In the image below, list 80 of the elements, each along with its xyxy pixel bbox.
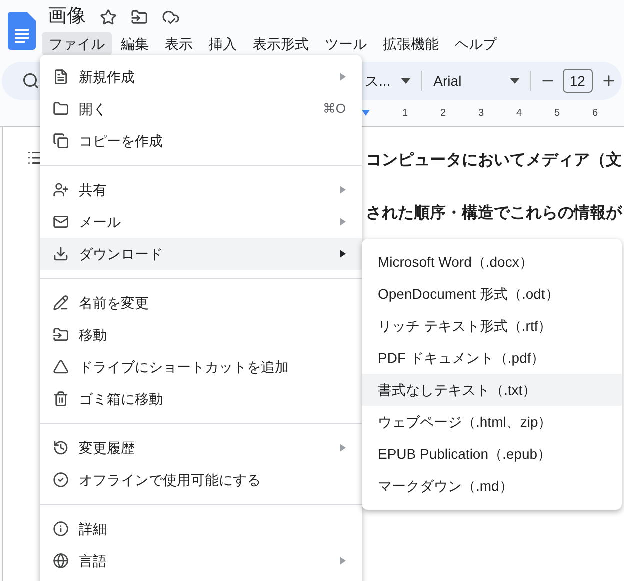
- menu-bar-item[interactable]: ファイル: [42, 32, 112, 56]
- triangle-icon: [53, 359, 69, 375]
- menu-item-label: メール: [79, 212, 122, 232]
- menu-item-label: 共有: [79, 180, 108, 200]
- menu-item-label: コピーを作成: [79, 132, 164, 150]
- style-dropdown[interactable]: ス...: [365, 70, 411, 92]
- font-dropdown[interactable]: Arial: [434, 70, 526, 92]
- menu-item[interactable]: 詳細: [40, 513, 362, 545]
- menu-item-label: 名前を変更: [79, 294, 150, 312]
- menu-item[interactable]: 変更履歴: [40, 432, 362, 464]
- download-option[interactable]: 書式なしテキスト（.txt）: [362, 374, 622, 406]
- menu-bar-item[interactable]: 編集: [114, 32, 156, 56]
- menu-item-label: 開く: [79, 100, 108, 118]
- body-text: コンピュータにおいてメディア（文: [366, 151, 623, 171]
- menu-item[interactable]: メール: [40, 206, 362, 238]
- menu-item-label: 変更履歴: [79, 438, 136, 458]
- pencil-icon: [53, 295, 69, 311]
- ruler-number: 3: [477, 108, 484, 120]
- menu-item[interactable]: ドライブにショートカットを追加: [40, 351, 362, 383]
- menu-item[interactable]: 新規作成: [40, 61, 362, 93]
- download-option[interactable]: PDF ドキュメント（.pdf）: [362, 342, 622, 374]
- menu-item[interactable]: 言語: [40, 545, 362, 577]
- star-icon[interactable]: [100, 8, 117, 26]
- ruler-number: 5: [553, 108, 560, 120]
- caret-icon: [510, 78, 520, 84]
- menu-bar-item[interactable]: 表示形式: [246, 32, 316, 56]
- shortcut-text: ⌘O: [322, 100, 346, 118]
- menu-item[interactable]: 開く ⌘O: [40, 93, 362, 125]
- ruler-number: 2: [439, 108, 446, 120]
- search-icon[interactable]: [22, 72, 40, 90]
- folder-icon: [53, 101, 69, 117]
- download-icon: [53, 246, 69, 262]
- download-option[interactable]: リッチ テキスト形式（.rtf）: [362, 310, 622, 342]
- download-option[interactable]: Microsoft Word（.docx）: [362, 246, 622, 278]
- document-icon: [53, 69, 69, 85]
- document-title[interactable]: 画像: [48, 4, 86, 30]
- ruler-number: 6: [591, 108, 598, 120]
- docs-logo-icon[interactable]: [8, 12, 36, 50]
- add-person-icon: [53, 182, 69, 198]
- menu-item-label: 言語: [79, 552, 108, 570]
- menu-item[interactable]: ダウンロード: [40, 238, 362, 270]
- menu-item[interactable]: ゴミ箱に移動: [40, 383, 362, 415]
- menu-item-label: オフラインで使用可能にする: [79, 470, 262, 490]
- menu-item-label: 詳細: [79, 520, 108, 538]
- menu-bar-item[interactable]: 拡張機能: [376, 32, 446, 56]
- font-size-field[interactable]: 12: [562, 69, 593, 93]
- download-option[interactable]: OpenDocument 形式（.odt）: [362, 278, 622, 310]
- info-icon: [53, 521, 69, 537]
- menu-item-label: ゴミ箱に移動: [79, 390, 164, 408]
- menu-bar-item[interactable]: 表示: [158, 32, 200, 56]
- download-option[interactable]: ウェブページ（.html、zip）: [362, 406, 622, 438]
- menu-item-label: ドライブにショートカットを追加: [79, 358, 290, 376]
- plus-icon[interactable]: [600, 73, 617, 89]
- menu-item[interactable]: オフラインで使用可能にする: [40, 464, 362, 496]
- folder-move-icon[interactable]: [131, 8, 148, 26]
- body-text: された順序・構造でこれらの情報が: [366, 204, 624, 224]
- history-icon: [53, 440, 69, 456]
- ruler-number: 4: [515, 108, 522, 120]
- menu-item[interactable]: 共有: [40, 174, 362, 206]
- menu-item-label: ダウンロード: [79, 244, 164, 264]
- menu-item-label: 新規作成: [79, 68, 136, 86]
- mail-icon: [53, 214, 69, 230]
- menu-item-label: 移動: [79, 326, 108, 344]
- menu-item[interactable]: 名前を変更: [40, 287, 362, 319]
- caret-icon: [400, 78, 411, 84]
- trash-icon: [53, 391, 69, 407]
- globe-icon: [53, 553, 69, 569]
- menu-bar-item[interactable]: 挿入: [202, 32, 244, 56]
- download-option[interactable]: マークダウン（.md）: [362, 470, 622, 502]
- copy-icon: [53, 133, 69, 149]
- download-option[interactable]: EPUB Publication（.epub）: [362, 438, 622, 470]
- menu-item[interactable]: コピーを作成: [40, 125, 362, 157]
- cloud-check-icon[interactable]: [162, 8, 180, 26]
- check-circle-icon: [53, 472, 69, 488]
- menu-bar-item[interactable]: ツール: [318, 32, 374, 56]
- indent-marker-icon[interactable]: [362, 110, 370, 118]
- menu-item[interactable]: 移動: [40, 319, 362, 351]
- menu-bar-item[interactable]: ヘルプ: [448, 32, 504, 56]
- ruler-number: 1: [401, 108, 408, 120]
- folder-arrow-icon: [53, 327, 69, 343]
